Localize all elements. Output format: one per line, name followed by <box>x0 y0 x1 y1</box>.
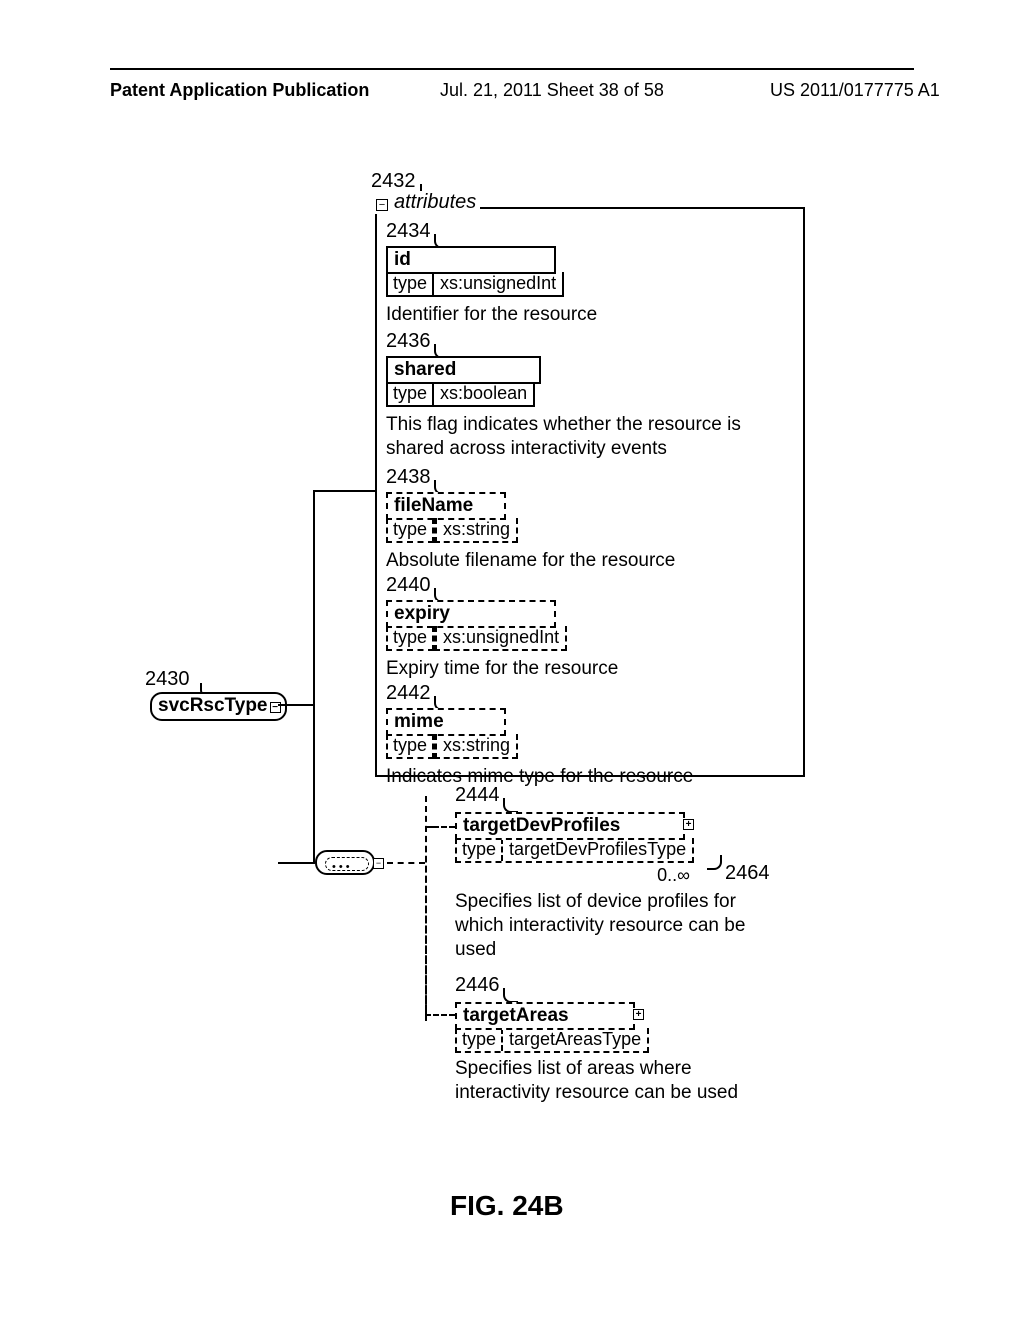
attributes-title: −attributes <box>372 191 480 214</box>
type-label: type <box>386 382 434 407</box>
ref-num-shared: 2436 <box>386 330 431 353</box>
connector-line <box>313 490 375 492</box>
elem-targetareas: targetAreas+ typetargetAreasType Specifi… <box>455 1002 755 1105</box>
elem-targetdev-desc: Specifies list of device profiles for wh… <box>455 890 755 961</box>
type-label: type <box>386 272 434 297</box>
attr-filename-desc: Absolute filename for the resource <box>386 549 675 573</box>
attr-expiry: expiry typexs:unsignedInt Expiry time fo… <box>386 600 618 681</box>
type-value: targetDevProfilesType <box>503 838 692 861</box>
elem-targetareas-name: targetAreas+ <box>455 1002 635 1030</box>
ref-num-mime: 2442 <box>386 682 431 705</box>
connector-line-dashed <box>425 826 455 828</box>
ref-num-occurs: 2464 <box>725 862 770 885</box>
connector-line <box>313 490 315 862</box>
root-type-box: svcRscType− <box>150 692 287 721</box>
elem-name-text: targetDevProfiles <box>463 815 620 836</box>
ref-num-attributes: 2432 <box>371 170 416 193</box>
attr-id-desc: Identifier for the resource <box>386 303 597 327</box>
ref-num-root: 2430 <box>145 668 190 691</box>
elem-name-text: targetAreas <box>463 1005 569 1026</box>
schema-diagram: 2430 svcRscType− 2432 −attributes 2434 i… <box>150 170 890 1160</box>
elem-targetareas-desc: Specifies list of areas where interactiv… <box>455 1057 755 1105</box>
child-frame-line <box>425 826 427 1015</box>
header-rule <box>110 68 914 70</box>
ref-num-filename: 2438 <box>386 466 431 489</box>
connector-line-dashed <box>425 1014 455 1016</box>
collapse-icon: − <box>376 199 388 211</box>
attributes-label: attributes <box>394 191 476 213</box>
attr-filename: fileName typexs:string Absolute filename… <box>386 492 675 573</box>
ref-num-targetareas: 2446 <box>455 974 500 997</box>
ellipsis-icon: ••• <box>332 861 353 873</box>
expand-icon: − <box>373 858 384 869</box>
type-value: xs:string <box>434 734 518 759</box>
type-label: type <box>457 838 503 861</box>
header-left: Patent Application Publication <box>110 80 369 101</box>
header-right: US 2011/0177775 A1 <box>770 80 940 101</box>
elem-targetdev-occurs: 0..∞ <box>455 865 690 886</box>
page: Patent Application Publication Jul. 21, … <box>0 0 1024 1320</box>
ref-num-expiry: 2440 <box>386 574 431 597</box>
attr-id: id typexs:unsignedInt Identifier for the… <box>386 246 597 327</box>
type-value: xs:boolean <box>434 382 535 407</box>
figure-label: FIG. 24B <box>450 1190 564 1222</box>
ref-num-targetdev: 2444 <box>455 784 500 807</box>
root-type-name: svcRscType <box>158 695 268 716</box>
attr-expiry-desc: Expiry time for the resource <box>386 657 618 681</box>
type-value: xs:string <box>434 518 518 543</box>
elem-targetdevprofiles: targetDevProfiles+ typetargetDevProfiles… <box>455 812 755 961</box>
attr-mime-name: mime <box>386 708 506 736</box>
leader-hook <box>503 798 518 813</box>
header-mid: Jul. 21, 2011 Sheet 38 of 58 <box>440 80 664 101</box>
attr-expiry-name: expiry <box>386 600 556 628</box>
sequence-compositor: ••• − <box>315 850 375 875</box>
connector-line-dashed <box>387 862 425 864</box>
type-label: type <box>386 518 434 543</box>
leader-hook <box>503 988 518 1003</box>
connector-line <box>278 862 315 864</box>
sequence-inner: ••• <box>325 857 369 871</box>
connector-line <box>278 704 313 706</box>
attr-shared: shared typexs:boolean This flag indicate… <box>386 356 781 461</box>
ref-num-id: 2434 <box>386 220 431 243</box>
attr-shared-name: shared <box>386 356 541 384</box>
attr-mime: mime typexs:string Indicates mime type f… <box>386 708 693 789</box>
attr-filename-name: fileName <box>386 492 506 520</box>
type-value: xs:unsignedInt <box>434 626 567 651</box>
type-label: type <box>457 1028 503 1051</box>
attr-mime-desc: Indicates mime type for the resource <box>386 765 693 789</box>
elem-targetdev-name: targetDevProfiles+ <box>455 812 685 840</box>
type-value: xs:unsignedInt <box>434 272 564 297</box>
attr-shared-desc: This flag indicates whether the resource… <box>386 413 781 461</box>
elem-targetdev-type: typetargetDevProfilesType <box>455 838 694 863</box>
elem-targetareas-type: typetargetAreasType <box>455 1028 649 1053</box>
type-value: targetAreasType <box>503 1028 647 1051</box>
attr-id-name: id <box>386 246 556 274</box>
expand-icon: + <box>683 819 694 830</box>
type-label: type <box>386 626 434 651</box>
expand-icon: + <box>633 1009 644 1020</box>
type-label: type <box>386 734 434 759</box>
